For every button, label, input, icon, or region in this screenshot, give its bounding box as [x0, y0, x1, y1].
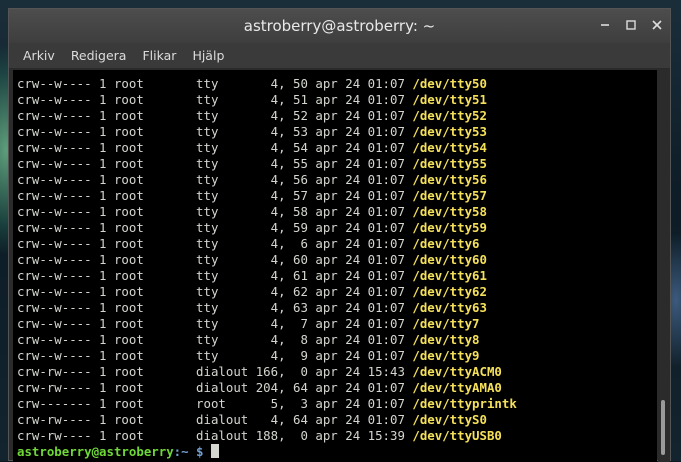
- output-line: crw--w---- 1 root tty 4, 54 apr 24 01:07…: [17, 140, 517, 156]
- window-controls: [596, 16, 666, 34]
- menu-redigera[interactable]: Redigera: [63, 48, 135, 63]
- line-attributes: crw--w---- 1 root tty 4, 8 apr 24 01:07: [17, 332, 413, 347]
- output-line: crw--w---- 1 root tty 4, 55 apr 24 01:07…: [17, 156, 517, 172]
- device-filename: /dev/tty6: [412, 236, 480, 251]
- line-attributes: crw--w---- 1 root tty 4, 53 apr 24 01:07: [17, 124, 413, 139]
- device-filename: /dev/tty62: [412, 284, 487, 299]
- device-filename: /dev/tty58: [412, 204, 487, 219]
- output-line: crw------- 1 root root 5, 3 apr 24 01:07…: [17, 396, 517, 412]
- prompt-path: ~: [181, 444, 189, 459]
- menu-arkiv[interactable]: Arkiv: [15, 48, 63, 63]
- output-line: crw--w---- 1 root tty 4, 63 apr 24 01:07…: [17, 300, 517, 316]
- line-attributes: crw--w---- 1 root tty 4, 57 apr 24 01:07: [17, 188, 413, 203]
- output-line: crw-rw---- 1 root dialout 4, 64 apr 24 0…: [17, 412, 517, 428]
- output-line: crw--w---- 1 root tty 4, 9 apr 24 01:07 …: [17, 348, 517, 364]
- line-attributes: crw-rw---- 1 root dialout 166, 0 apr 24 …: [17, 364, 413, 379]
- menu-bar: Arkiv Redigera Flikar Hjälp: [9, 43, 670, 69]
- output-line: crw--w---- 1 root tty 4, 50 apr 24 01:07…: [17, 76, 517, 92]
- device-filename: /dev/tty57: [412, 188, 487, 203]
- device-filename: /dev/ttyAMA0: [412, 380, 502, 395]
- line-attributes: crw--w---- 1 root tty 4, 7 apr 24 01:07: [17, 316, 413, 331]
- device-filename: /dev/tty59: [412, 220, 487, 235]
- device-filename: /dev/tty8: [412, 332, 480, 347]
- line-attributes: crw--w---- 1 root tty 4, 60 apr 24 01:07: [17, 252, 413, 267]
- vertical-scrollbar[interactable]: [658, 70, 670, 462]
- minimize-icon: [601, 24, 609, 26]
- terminal-output[interactable]: crw--w---- 1 root tty 4, 50 apr 24 01:07…: [13, 70, 657, 462]
- maximize-icon: [626, 20, 636, 30]
- output-line: crw--w---- 1 root tty 4, 8 apr 24 01:07 …: [17, 332, 517, 348]
- device-filename: /dev/ttyS0: [412, 412, 487, 427]
- close-icon: [652, 20, 662, 30]
- device-filename: /dev/ttyprintk: [412, 396, 517, 411]
- device-filename: /dev/tty50: [412, 76, 487, 91]
- line-attributes: crw--w---- 1 root tty 4, 59 apr 24 01:07: [17, 220, 413, 235]
- line-attributes: crw--w---- 1 root tty 4, 6 apr 24 01:07: [17, 236, 413, 251]
- menu-hjalp[interactable]: Hjälp: [184, 48, 232, 63]
- output-line: crw--w---- 1 root tty 4, 59 apr 24 01:07…: [17, 220, 517, 236]
- line-attributes: crw-rw---- 1 root dialout 4, 64 apr 24 0…: [17, 412, 413, 427]
- output-line: crw--w---- 1 root tty 4, 7 apr 24 01:07 …: [17, 316, 517, 332]
- line-attributes: crw-rw---- 1 root dialout 204, 64 apr 24…: [17, 380, 413, 395]
- prompt-user: astroberry@astroberry: [17, 444, 174, 459]
- output-line: crw--w---- 1 root tty 4, 52 apr 24 01:07…: [17, 108, 517, 124]
- line-attributes: crw--w---- 1 root tty 4, 55 apr 24 01:07: [17, 156, 413, 171]
- output-line: crw--w---- 1 root tty 4, 57 apr 24 01:07…: [17, 188, 517, 204]
- terminal-lines: crw--w---- 1 root tty 4, 50 apr 24 01:07…: [17, 76, 517, 460]
- line-attributes: crw--w---- 1 root tty 4, 52 apr 24 01:07: [17, 108, 413, 123]
- device-filename: /dev/tty61: [412, 268, 487, 283]
- line-attributes: crw------- 1 root root 5, 3 apr 24 01:07: [17, 396, 413, 411]
- device-filename: /dev/tty53: [412, 124, 487, 139]
- device-filename: /dev/tty56: [412, 172, 487, 187]
- output-line: crw-rw---- 1 root dialout 204, 64 apr 24…: [17, 380, 517, 396]
- device-filename: /dev/tty54: [412, 140, 487, 155]
- prompt-line: astroberry@astroberry:~ $: [17, 444, 517, 460]
- line-attributes: crw--w---- 1 root tty 4, 61 apr 24 01:07: [17, 268, 413, 283]
- device-filename: /dev/tty7: [412, 316, 480, 331]
- terminal-window: astroberry@astroberry: ~ Arkiv Redigera …: [8, 8, 671, 462]
- device-filename: /dev/tty63: [412, 300, 487, 315]
- line-attributes: crw--w---- 1 root tty 4, 58 apr 24 01:07: [17, 204, 413, 219]
- output-line: crw-rw---- 1 root dialout 188, 0 apr 24 …: [17, 428, 517, 444]
- output-line: crw--w---- 1 root tty 4, 53 apr 24 01:07…: [17, 124, 517, 140]
- title-bar[interactable]: astroberry@astroberry: ~: [9, 9, 670, 43]
- device-filename: /dev/tty52: [412, 108, 487, 123]
- line-attributes: crw--w---- 1 root tty 4, 56 apr 24 01:07: [17, 172, 413, 187]
- line-attributes: crw-rw---- 1 root dialout 188, 0 apr 24 …: [17, 428, 413, 443]
- device-filename: /dev/ttyUSB0: [412, 428, 502, 443]
- output-line: crw--w---- 1 root tty 4, 60 apr 24 01:07…: [17, 252, 517, 268]
- line-attributes: crw--w---- 1 root tty 4, 62 apr 24 01:07: [17, 284, 413, 299]
- output-line: crw--w---- 1 root tty 4, 62 apr 24 01:07…: [17, 284, 517, 300]
- device-filename: /dev/tty55: [412, 156, 487, 171]
- line-attributes: crw--w---- 1 root tty 4, 54 apr 24 01:07: [17, 140, 413, 155]
- minimize-button[interactable]: [596, 16, 614, 34]
- maximize-button[interactable]: [622, 16, 640, 34]
- output-line: crw--w---- 1 root tty 4, 58 apr 24 01:07…: [17, 204, 517, 220]
- line-attributes: crw--w---- 1 root tty 4, 51 apr 24 01:07: [17, 92, 413, 107]
- output-line: crw--w---- 1 root tty 4, 6 apr 24 01:07 …: [17, 236, 517, 252]
- line-attributes: crw--w---- 1 root tty 4, 9 apr 24 01:07: [17, 348, 413, 363]
- device-filename: /dev/tty9: [412, 348, 480, 363]
- device-filename: /dev/ttyACM0: [412, 364, 502, 379]
- close-button[interactable]: [648, 16, 666, 34]
- window-title: astroberry@astroberry: ~: [243, 17, 436, 35]
- output-line: crw-rw---- 1 root dialout 166, 0 apr 24 …: [17, 364, 517, 380]
- line-attributes: crw--w---- 1 root tty 4, 50 apr 24 01:07: [17, 76, 413, 91]
- text-cursor: [210, 444, 219, 458]
- line-attributes: crw--w---- 1 root tty 4, 63 apr 24 01:07: [17, 300, 413, 315]
- output-line: crw--w---- 1 root tty 4, 61 apr 24 01:07…: [17, 268, 517, 284]
- scrollbar-thumb[interactable]: [661, 400, 665, 455]
- menu-flikar[interactable]: Flikar: [134, 48, 184, 63]
- prompt-separator: :: [173, 444, 182, 459]
- output-line: crw--w---- 1 root tty 4, 51 apr 24 01:07…: [17, 92, 517, 108]
- device-filename: /dev/tty51: [412, 92, 487, 107]
- output-line: crw--w---- 1 root tty 4, 56 apr 24 01:07…: [17, 172, 517, 188]
- prompt-symbol: $: [188, 444, 211, 459]
- device-filename: /dev/tty60: [412, 252, 487, 267]
